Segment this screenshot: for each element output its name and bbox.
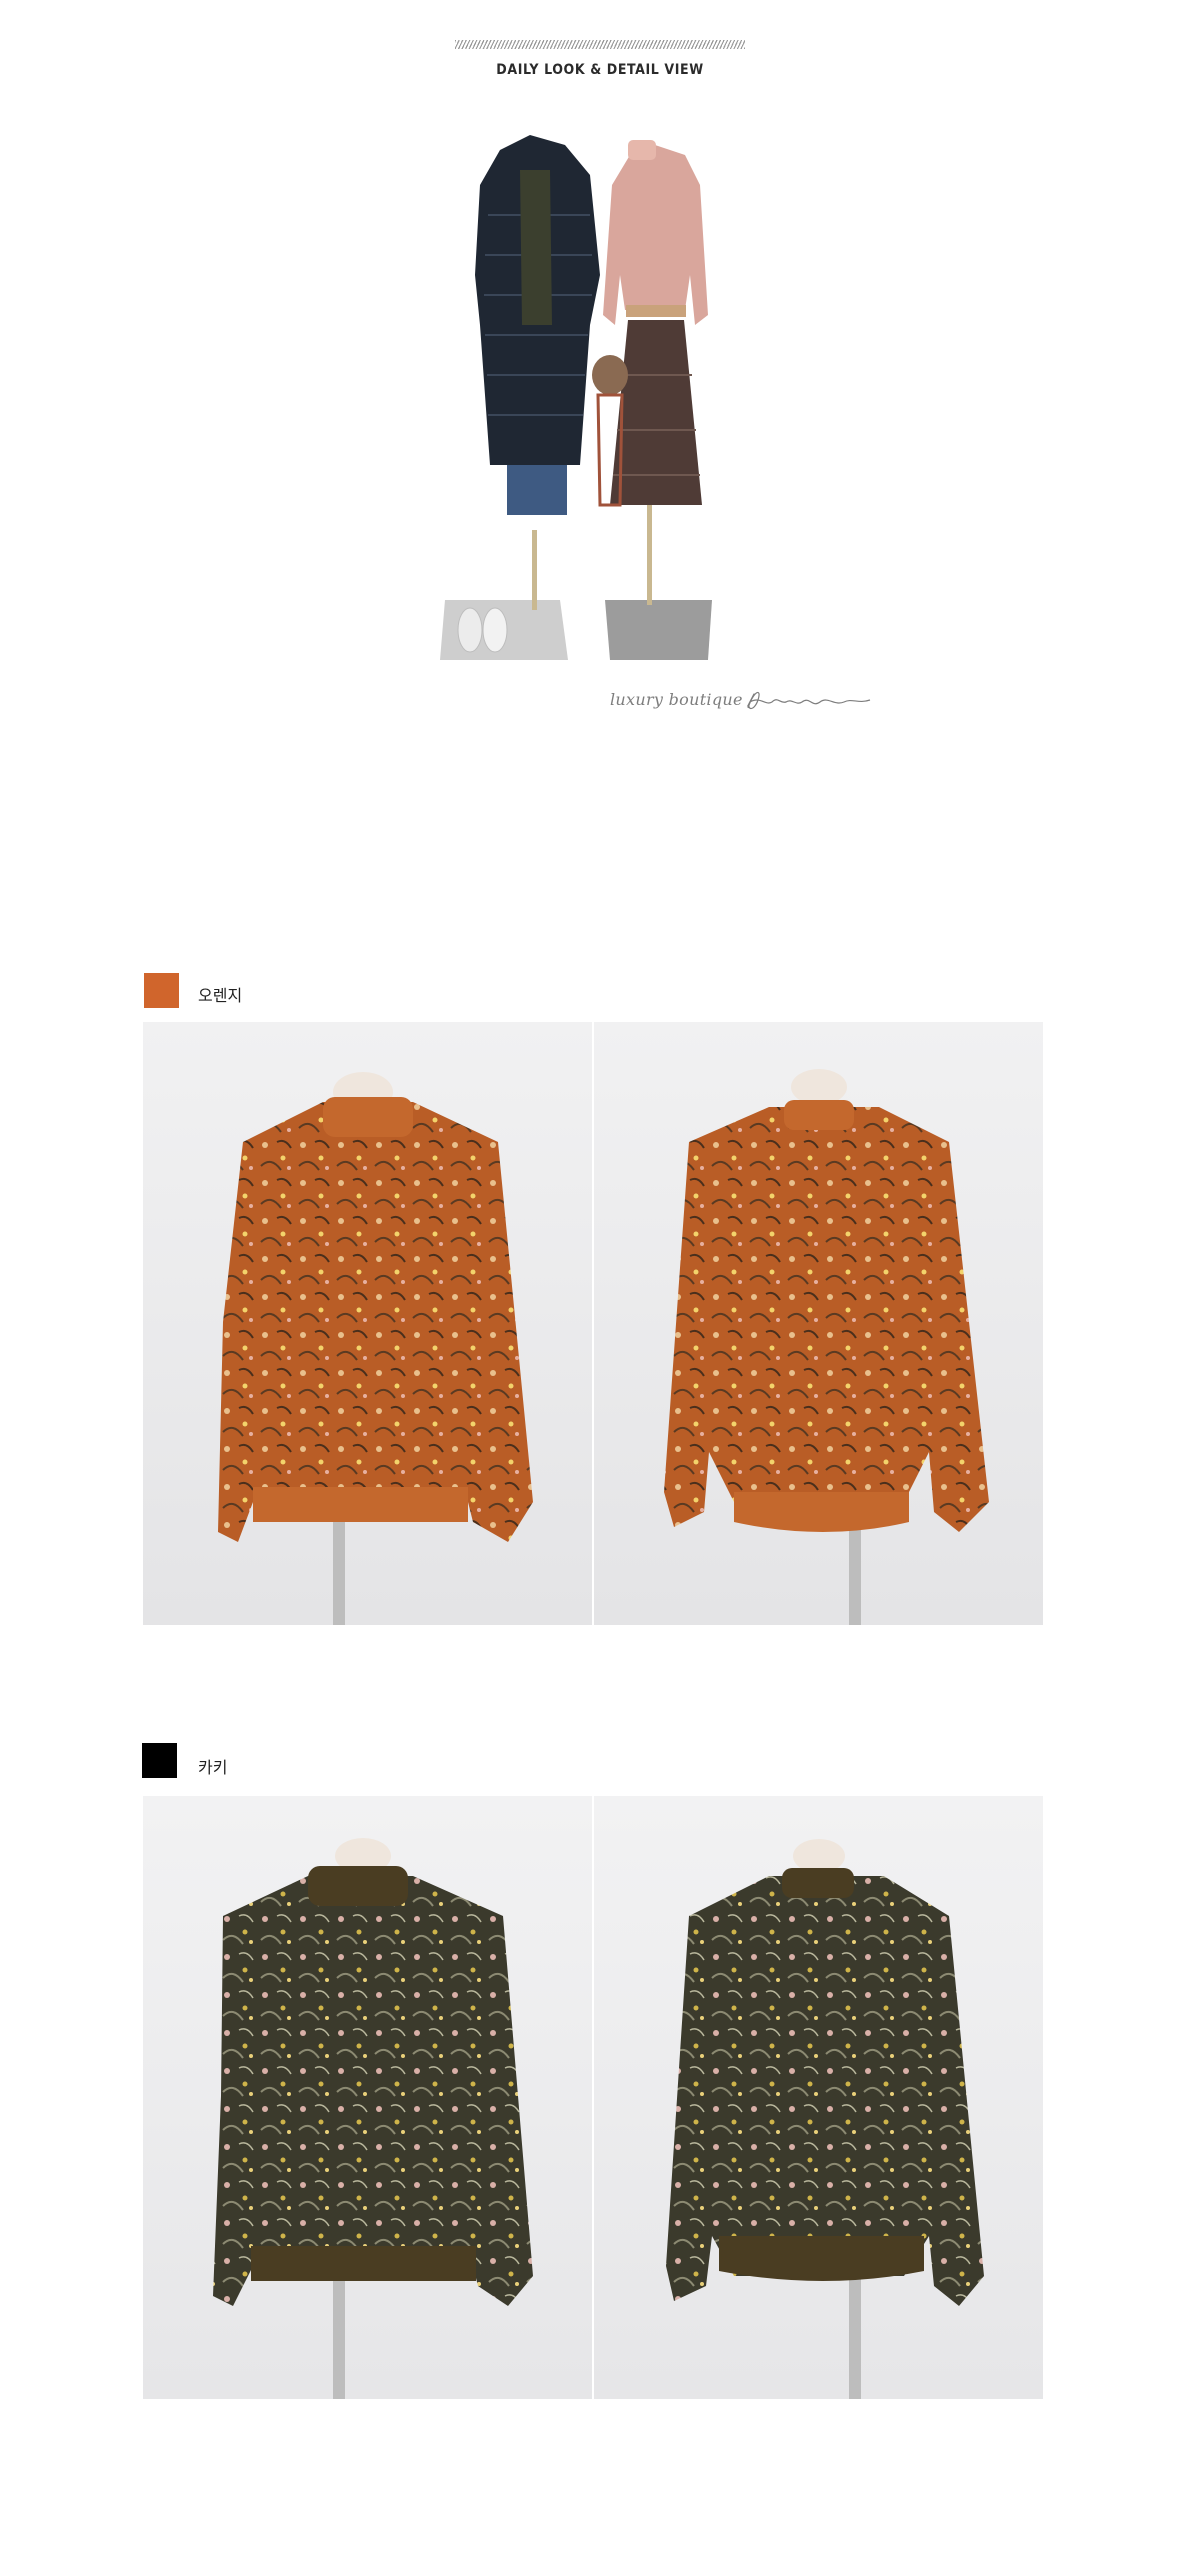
product-photo-orange-front[interactable] [143,1022,592,1625]
section-title: DAILY LOOK & DETAIL VIEW [496,62,704,78]
product-photo-khaki-front[interactable] [143,1796,592,2399]
header-hatch-divider [455,40,745,49]
daily-look-image [440,125,760,660]
color-label-orange: 오렌지 [198,986,243,1005]
product-photo-khaki-back[interactable] [594,1796,1043,2399]
color-swatch-khaki [142,1743,177,1778]
color-label-khaki: 카키 [198,1758,228,1777]
brand-script-logo [747,691,871,710]
signature-text: luxury boutique / [610,690,754,709]
product-photo-orange-back[interactable] [594,1022,1043,1625]
brand-signature: luxury boutique / [610,686,871,716]
color-swatch-orange [144,973,179,1008]
